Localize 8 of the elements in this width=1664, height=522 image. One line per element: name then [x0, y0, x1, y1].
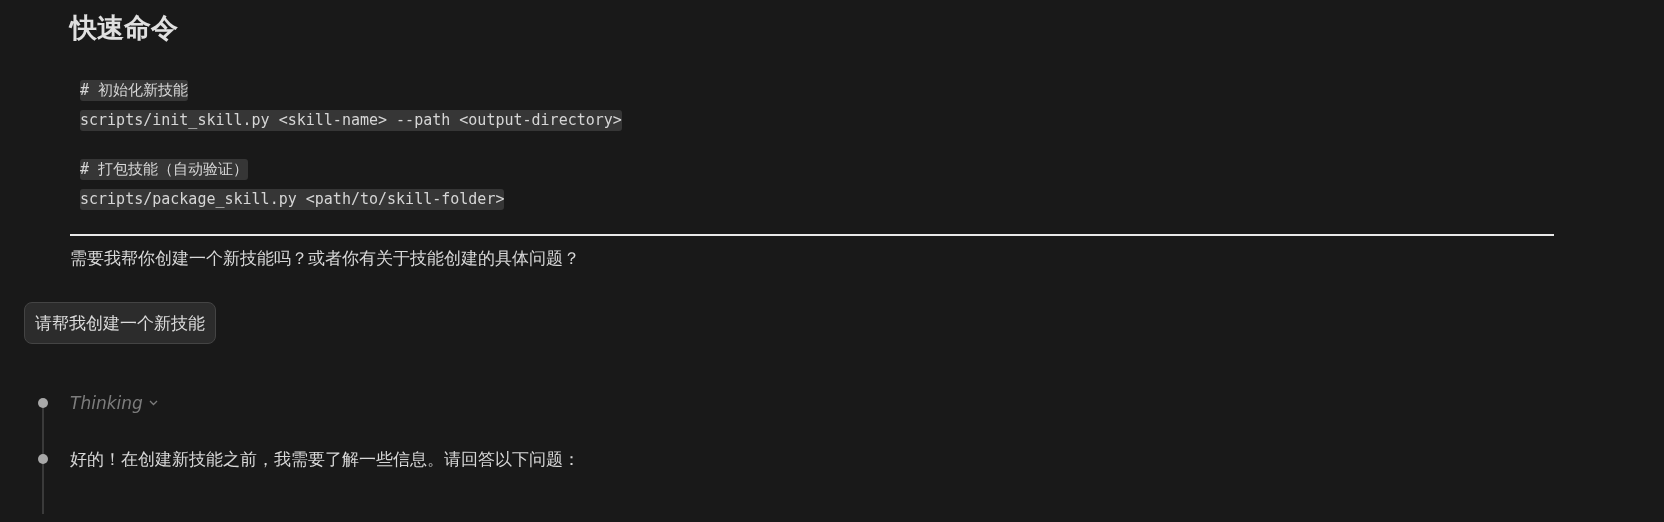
user-message: 请帮我创建一个新技能: [24, 302, 216, 344]
timeline-dot: [38, 398, 48, 408]
question-text: 需要我帮你创建一个新技能吗？或者你有关于技能创建的具体问题？: [70, 247, 581, 270]
thinking-toggle[interactable]: Thinking: [70, 393, 158, 413]
chevron-down-icon: [148, 400, 158, 406]
timeline-dot: [38, 454, 48, 464]
section-heading: 快速命令: [70, 11, 179, 45]
answer-text: 好的！在创建新技能之前，我需要了解一些信息。请回答以下问题：: [70, 448, 580, 471]
